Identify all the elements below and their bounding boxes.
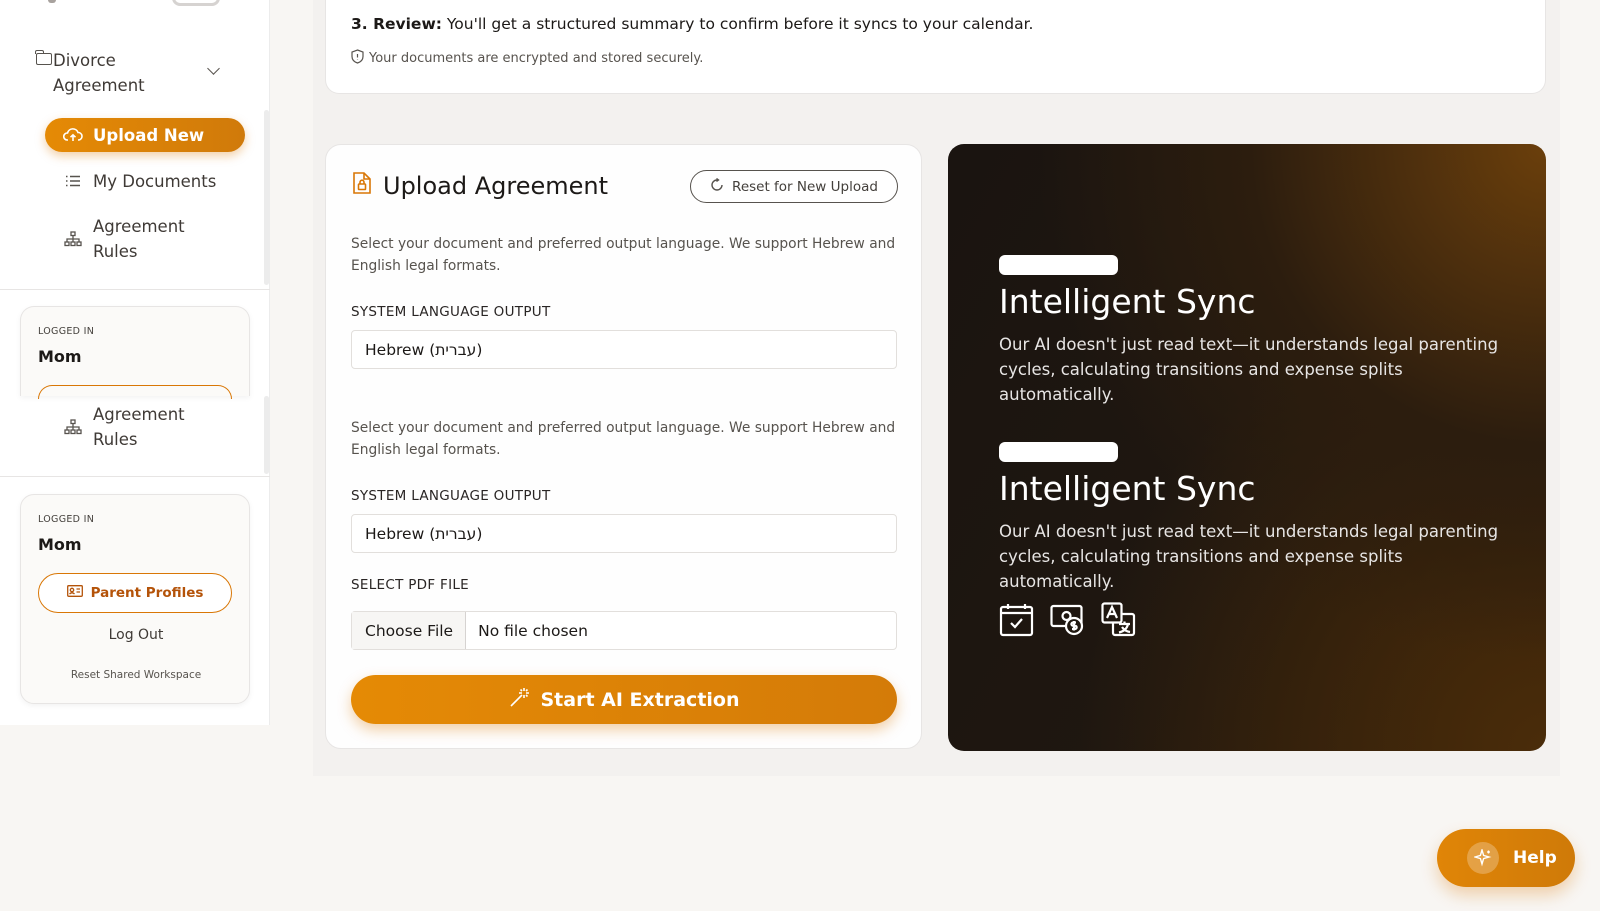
sidebar-item-upload-new[interactable]: Upload New bbox=[45, 118, 245, 152]
sidebar: Divorce Agreement Upload New My Document… bbox=[0, 0, 270, 725]
upload-title-text: Upload Agreement bbox=[383, 172, 609, 200]
sidebar-item-label: Agreement Rules bbox=[93, 217, 185, 261]
upload-description: Select your document and preferred outpu… bbox=[351, 236, 896, 274]
review-step-text: You'll get a structured summary to confi… bbox=[441, 15, 1034, 33]
instructions-card: 3. Review: You'll get a structured summa… bbox=[325, 0, 1546, 94]
user-card: LOGGED IN Mom Parent Profiles Log Out Re… bbox=[20, 494, 250, 704]
parent-profiles-label: Parent Profiles bbox=[90, 585, 204, 601]
promo-description: Our AI doesn't just read text—it underst… bbox=[999, 522, 1499, 591]
start-extraction-label: Start AI Extraction bbox=[540, 688, 740, 711]
pdf-file-label: SELECT PDF FILE bbox=[351, 577, 470, 593]
money-icon bbox=[1050, 602, 1085, 641]
sidebar-top-icon bbox=[48, 0, 56, 3]
logged-in-label: LOGGED IN bbox=[38, 514, 95, 525]
cloud-upload-icon bbox=[53, 127, 93, 143]
upload-title: Upload Agreement bbox=[352, 171, 608, 201]
review-step: 3. Review: You'll get a structured summa… bbox=[351, 15, 1033, 33]
magic-wand-icon bbox=[509, 686, 531, 713]
toggle-switch[interactable] bbox=[172, 0, 220, 6]
intelligent-sync-card: Intelligent Sync Our AI doesn't just rea… bbox=[948, 144, 1546, 751]
feature-icons bbox=[999, 602, 1136, 641]
language-label: SYSTEM LANGUAGE OUTPUT bbox=[351, 488, 551, 504]
promo-title: Intelligent Sync bbox=[999, 282, 1256, 321]
sidebar-group-divorce-agreement[interactable]: Divorce Agreement bbox=[35, 48, 236, 98]
promo-description: Our AI doesn't just read text—it underst… bbox=[999, 335, 1499, 404]
review-step-label: 3. Review: bbox=[351, 15, 442, 33]
sidebar-item-label: Upload New bbox=[93, 125, 205, 145]
sidebar-divider bbox=[0, 289, 270, 290]
hierarchy-icon bbox=[53, 419, 93, 435]
id-card-icon bbox=[66, 585, 83, 601]
start-extraction-button[interactable]: Start AI Extraction bbox=[351, 675, 897, 724]
reset-upload-button[interactable]: Reset for New Upload bbox=[690, 170, 898, 203]
sidebar-scrollbar[interactable] bbox=[264, 110, 269, 285]
parent-profiles-button[interactable] bbox=[38, 385, 232, 399]
sidebar-scrollbar[interactable] bbox=[264, 396, 269, 474]
language-select[interactable]: Hebrew (עברית) bbox=[351, 330, 897, 369]
promo-title: Intelligent Sync bbox=[999, 469, 1256, 508]
chevron-down-icon[interactable] bbox=[207, 62, 220, 75]
sidebar-item-label: Agreement Rules bbox=[93, 405, 185, 449]
sidebar-group-label: Divorce Agreement bbox=[53, 51, 145, 95]
hierarchy-icon bbox=[53, 231, 93, 247]
language-select[interactable]: Hebrew (עברית) bbox=[351, 514, 897, 553]
reset-upload-label: Reset for New Upload bbox=[732, 178, 878, 195]
security-note-text: Your documents are encrypted and stored … bbox=[369, 51, 704, 66]
calendar-check-icon bbox=[999, 602, 1034, 641]
shield-icon bbox=[351, 49, 364, 68]
security-note: Your documents are encrypted and stored … bbox=[351, 49, 703, 68]
reset-workspace-link[interactable]: Reset Shared Workspace bbox=[21, 669, 251, 681]
sidebar-item-label: My Documents bbox=[93, 171, 217, 191]
badge-placeholder bbox=[999, 255, 1118, 275]
translate-icon bbox=[1101, 602, 1136, 641]
user-card: LOGGED IN Mom bbox=[20, 306, 250, 399]
upload-card: Upload Agreement Reset for New Upload Se… bbox=[325, 144, 922, 749]
logged-in-label: LOGGED IN bbox=[38, 326, 95, 337]
folder-icon bbox=[35, 50, 52, 65]
sidebar-item-agreement-rules[interactable]: Agreement Rules bbox=[53, 214, 213, 264]
sidebar-item-agreement-rules[interactable]: Agreement Rules bbox=[53, 402, 213, 452]
refresh-icon bbox=[710, 177, 724, 196]
sparkle-icon bbox=[1467, 842, 1499, 874]
language-label: SYSTEM LANGUAGE OUTPUT bbox=[351, 304, 551, 320]
user-name: Mom bbox=[38, 347, 82, 366]
parent-profiles-button[interactable]: Parent Profiles bbox=[38, 573, 232, 613]
sidebar-item-my-documents[interactable]: My Documents bbox=[53, 168, 216, 194]
sidebar-divider bbox=[0, 476, 270, 477]
pdf-file-input[interactable]: Choose File No file chosen bbox=[351, 611, 897, 650]
logout-button[interactable]: Log Out bbox=[21, 627, 251, 643]
badge-placeholder bbox=[999, 442, 1118, 462]
lock-file-icon bbox=[352, 171, 372, 201]
upload-description: Select your document and preferred outpu… bbox=[351, 420, 896, 458]
user-name: Mom bbox=[38, 535, 82, 554]
help-button[interactable]: Help bbox=[1437, 829, 1575, 887]
choose-file-button[interactable]: Choose File bbox=[352, 612, 467, 649]
help-label: Help bbox=[1513, 848, 1557, 868]
file-status: No file chosen bbox=[478, 621, 588, 640]
list-icon bbox=[53, 175, 93, 187]
